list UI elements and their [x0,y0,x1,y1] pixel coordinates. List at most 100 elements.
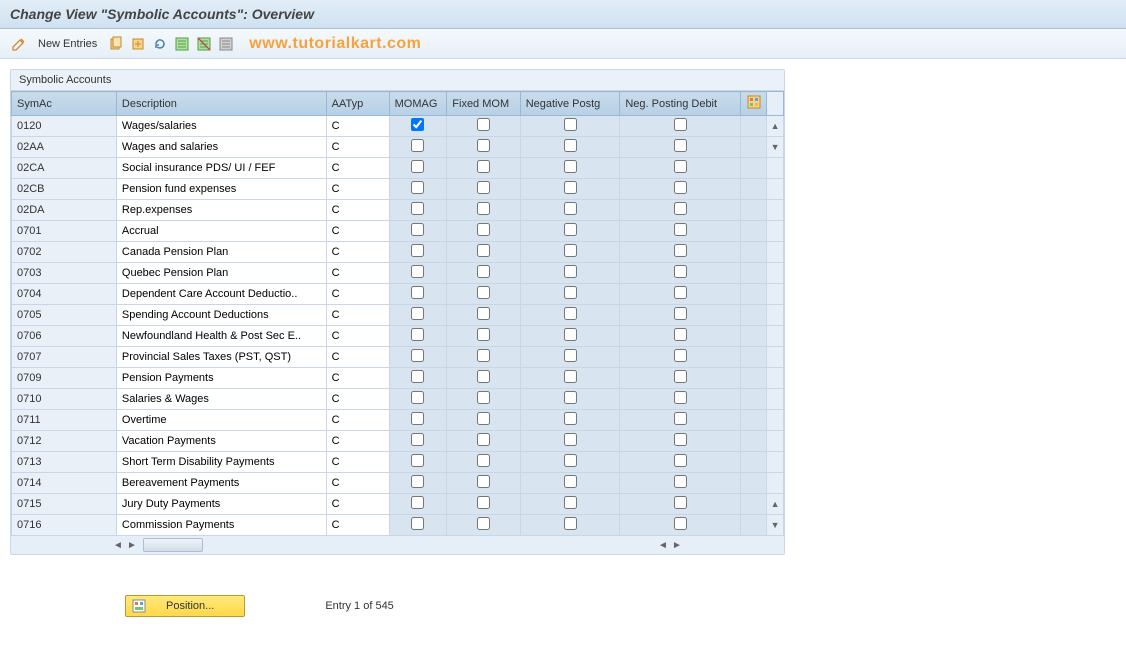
momag-checkbox[interactable] [411,244,424,257]
symac-cell[interactable]: 0706 [12,326,117,347]
vscroll-gutter[interactable] [767,326,784,347]
col-symac[interactable]: SymAc [12,92,117,116]
fixed-mom-checkbox[interactable] [477,496,490,509]
deselect-all-icon[interactable] [195,35,213,53]
aatyp-input[interactable] [327,495,389,514]
description-input[interactable] [117,264,326,283]
momag-checkbox[interactable] [411,307,424,320]
vscroll-gutter[interactable]: ▼ [767,137,784,158]
description-input[interactable] [117,495,326,514]
description-input[interactable] [117,432,326,451]
symac-cell[interactable]: 0705 [12,305,117,326]
edit-icon[interactable] [10,35,28,53]
copy-icon[interactable] [107,35,125,53]
neg-posting-debit-checkbox[interactable] [674,118,687,131]
fixed-mom-checkbox[interactable] [477,517,490,530]
fixed-mom-checkbox[interactable] [477,286,490,299]
col-negative-postg[interactable]: Negative Postg [520,92,620,116]
neg-posting-debit-checkbox[interactable] [674,517,687,530]
table-settings-icon[interactable] [740,92,766,116]
aatyp-input[interactable] [327,474,389,493]
neg-posting-debit-checkbox[interactable] [674,181,687,194]
neg-posting-debit-checkbox[interactable] [674,349,687,362]
neg-posting-debit-checkbox[interactable] [674,412,687,425]
vscroll-gutter[interactable] [767,431,784,452]
neg-posting-debit-checkbox[interactable] [674,433,687,446]
neg-posting-debit-checkbox[interactable] [674,370,687,383]
fixed-mom-checkbox[interactable] [477,391,490,404]
symac-cell[interactable]: 0713 [12,452,117,473]
negative-postg-checkbox[interactable] [564,118,577,131]
description-input[interactable] [117,117,326,136]
symac-cell[interactable]: 0716 [12,515,117,536]
horizontal-scrollbar[interactable]: ◄ ► ◄ ► [11,536,784,554]
vscroll-gutter[interactable] [767,284,784,305]
fixed-mom-checkbox[interactable] [477,139,490,152]
fixed-mom-checkbox[interactable] [477,475,490,488]
neg-posting-debit-checkbox[interactable] [674,307,687,320]
col-description[interactable]: Description [116,92,326,116]
aatyp-input[interactable] [327,369,389,388]
fixed-mom-checkbox[interactable] [477,223,490,236]
vscroll-gutter[interactable]: ▲ [767,116,784,137]
neg-posting-debit-checkbox[interactable] [674,223,687,236]
aatyp-input[interactable] [327,453,389,472]
momag-checkbox[interactable] [411,433,424,446]
vscroll-gutter[interactable] [767,410,784,431]
fixed-mom-checkbox[interactable] [477,412,490,425]
vscroll-gutter[interactable] [767,452,784,473]
vscroll-gutter[interactable] [767,158,784,179]
vscroll-gutter[interactable] [767,242,784,263]
symac-cell[interactable]: 02AA [12,137,117,158]
fixed-mom-checkbox[interactable] [477,307,490,320]
scroll-up-small-icon[interactable]: ▲ [767,499,783,509]
scroll-thumb[interactable] [143,538,203,552]
scroll-down-small-icon[interactable]: ▼ [767,142,783,152]
fixed-mom-checkbox[interactable] [477,370,490,383]
fixed-mom-checkbox[interactable] [477,349,490,362]
description-input[interactable] [117,453,326,472]
symac-cell[interactable]: 02DA [12,200,117,221]
negative-postg-checkbox[interactable] [564,349,577,362]
momag-checkbox[interactable] [411,454,424,467]
negative-postg-checkbox[interactable] [564,433,577,446]
symac-cell[interactable]: 0712 [12,431,117,452]
aatyp-input[interactable] [327,243,389,262]
momag-checkbox[interactable] [411,475,424,488]
description-input[interactable] [117,180,326,199]
vscroll-gutter[interactable]: ▼ [767,515,784,536]
aatyp-input[interactable] [327,411,389,430]
fixed-mom-checkbox[interactable] [477,328,490,341]
aatyp-input[interactable] [327,306,389,325]
undo-icon[interactable] [129,35,147,53]
description-input[interactable] [117,516,326,535]
scroll-right-icon[interactable]: ► [125,538,139,552]
symac-cell[interactable]: 0702 [12,242,117,263]
neg-posting-debit-checkbox[interactable] [674,244,687,257]
momag-checkbox[interactable] [411,223,424,236]
aatyp-input[interactable] [327,327,389,346]
fixed-mom-checkbox[interactable] [477,454,490,467]
momag-checkbox[interactable] [411,496,424,509]
vscroll-gutter[interactable]: ▲ [767,494,784,515]
momag-checkbox[interactable] [411,202,424,215]
momag-checkbox[interactable] [411,265,424,278]
vscroll-gutter[interactable] [767,389,784,410]
aatyp-input[interactable] [327,348,389,367]
neg-posting-debit-checkbox[interactable] [674,454,687,467]
fixed-mom-checkbox[interactable] [477,202,490,215]
neg-posting-debit-checkbox[interactable] [674,202,687,215]
momag-checkbox[interactable] [411,118,424,131]
description-input[interactable] [117,327,326,346]
fixed-mom-checkbox[interactable] [477,118,490,131]
position-button[interactable]: Position... [125,595,245,617]
aatyp-input[interactable] [327,159,389,178]
negative-postg-checkbox[interactable] [564,181,577,194]
vscroll-gutter[interactable] [767,305,784,326]
description-input[interactable] [117,369,326,388]
negative-postg-checkbox[interactable] [564,265,577,278]
negative-postg-checkbox[interactable] [564,475,577,488]
negative-postg-checkbox[interactable] [564,202,577,215]
symac-cell[interactable]: 0704 [12,284,117,305]
symac-cell[interactable]: 0710 [12,389,117,410]
